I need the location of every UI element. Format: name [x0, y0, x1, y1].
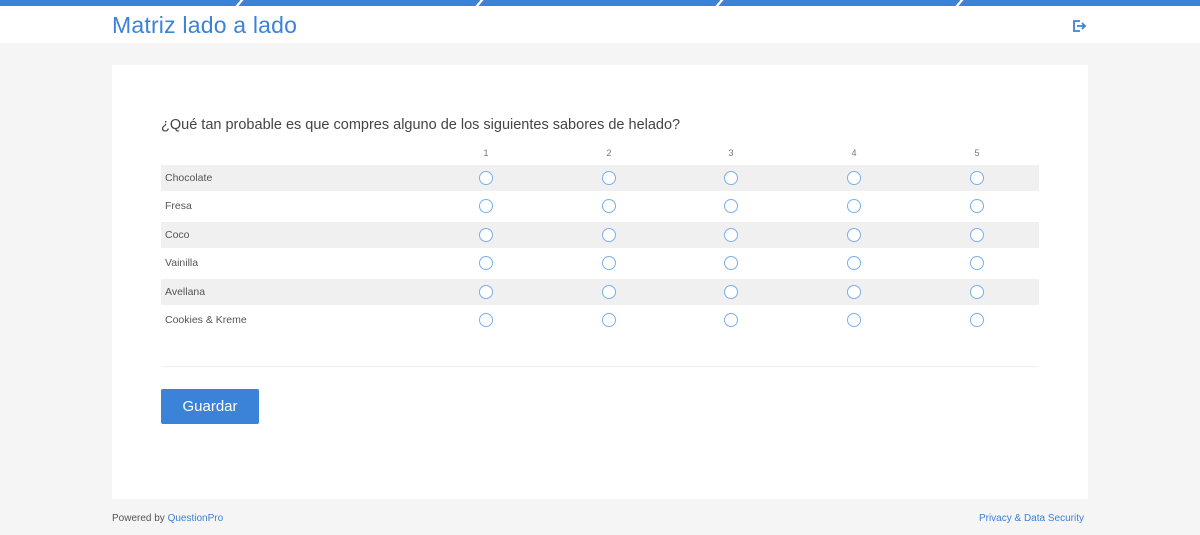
column-header-5: 5 [974, 148, 980, 158]
radio-fresa-5[interactable] [970, 199, 984, 213]
matrix-row-chocolate: Chocolate [161, 165, 1039, 191]
radio-coco-5[interactable] [970, 228, 984, 242]
radio-chocolate-2[interactable] [602, 171, 616, 185]
radio-avellana-2[interactable] [602, 285, 616, 299]
powered-by-text: Powered by [112, 513, 165, 524]
matrix-row-cookies-kreme: Cookies & Kreme [161, 307, 1039, 333]
powered-by: Powered by QuestionPro [112, 513, 223, 524]
radio-fresa-4[interactable] [847, 199, 861, 213]
divider [161, 366, 1039, 367]
matrix-row-vainilla: Vainilla [161, 250, 1039, 276]
column-header-4: 4 [851, 148, 857, 158]
radio-cookies-kreme-2[interactable] [602, 313, 616, 327]
radio-vainilla-2[interactable] [602, 256, 616, 270]
radio-vainilla-4[interactable] [847, 256, 861, 270]
radio-coco-1[interactable] [479, 228, 493, 242]
row-label: Coco [165, 229, 190, 241]
survey-card: ¿Qué tan probable es que compres alguno … [112, 65, 1088, 499]
radio-fresa-1[interactable] [479, 199, 493, 213]
radio-chocolate-5[interactable] [970, 171, 984, 185]
row-label: Fresa [165, 200, 192, 212]
radio-chocolate-3[interactable] [724, 171, 738, 185]
row-label: Chocolate [165, 172, 213, 184]
radio-cookies-kreme-3[interactable] [724, 313, 738, 327]
column-header-2: 2 [606, 148, 612, 158]
radio-fresa-3[interactable] [724, 199, 738, 213]
column-header-1: 1 [483, 148, 489, 158]
matrix-row-coco: Coco [161, 222, 1039, 248]
radio-avellana-5[interactable] [970, 285, 984, 299]
matrix-row-avellana: Avellana [161, 279, 1039, 305]
column-header-3: 3 [728, 148, 734, 158]
radio-coco-2[interactable] [602, 228, 616, 242]
radio-coco-3[interactable] [724, 228, 738, 242]
privacy-link[interactable]: Privacy & Data Security [979, 513, 1084, 524]
page-title: Matriz lado a lado [112, 12, 298, 38]
radio-avellana-3[interactable] [724, 285, 738, 299]
matrix-row-fresa: Fresa [161, 193, 1039, 219]
exit-icon[interactable] [1071, 18, 1087, 34]
radio-cookies-kreme-4[interactable] [847, 313, 861, 327]
header: Matriz lado a lado [0, 6, 1200, 43]
radio-vainilla-5[interactable] [970, 256, 984, 270]
questionpro-link[interactable]: QuestionPro [168, 513, 224, 524]
radio-cookies-kreme-1[interactable] [479, 313, 493, 327]
radio-cookies-kreme-5[interactable] [970, 313, 984, 327]
radio-coco-4[interactable] [847, 228, 861, 242]
row-label: Avellana [165, 286, 206, 298]
radio-avellana-4[interactable] [847, 285, 861, 299]
radio-vainilla-1[interactable] [479, 256, 493, 270]
save-button[interactable]: Guardar [161, 389, 259, 424]
radio-avellana-1[interactable] [479, 285, 493, 299]
radio-vainilla-3[interactable] [724, 256, 738, 270]
radio-chocolate-4[interactable] [847, 171, 861, 185]
row-label: Vainilla [165, 257, 199, 269]
radio-fresa-2[interactable] [602, 199, 616, 213]
row-label: Cookies & Kreme [165, 314, 247, 326]
radio-chocolate-1[interactable] [479, 171, 493, 185]
question-text: ¿Qué tan probable es que compres alguno … [161, 117, 681, 133]
